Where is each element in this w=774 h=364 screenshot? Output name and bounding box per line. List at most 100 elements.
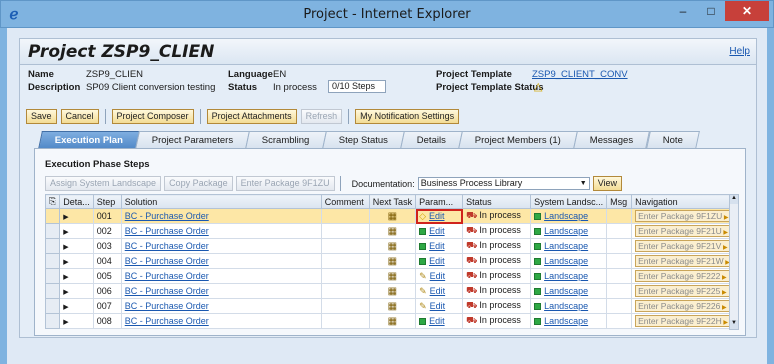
expand-arrow-icon[interactable]: ▶ [63,259,68,266]
project-attachments-button[interactable]: Project Attachments [206,109,297,124]
param-edit-link[interactable]: Edit [429,226,445,236]
next-task-icon[interactable]: ▦ [388,256,397,267]
row-selector[interactable] [44,208,61,224]
tab-project-parameters[interactable]: Project Parameters [135,131,251,149]
next-task-icon[interactable]: ▦ [388,301,397,312]
project-composer-button[interactable]: Project Composer [111,109,194,124]
view-button[interactable]: View [592,176,623,191]
table-row[interactable]: ▶ 003 BC - Purchase Order ▦ Edit ⛟ In process L… [44,238,738,254]
landscape-link[interactable]: Landscape [544,211,588,221]
landscape-link[interactable]: Landscape [544,316,588,326]
enter-package-button[interactable]: Enter Package 9F226 [635,300,730,312]
solution-link[interactable]: BC - Purchase Order [125,286,209,296]
expand-arrow-icon[interactable]: ▶ [63,214,68,221]
next-task-icon[interactable]: ▦ [388,316,397,327]
param-edit-link[interactable]: Edit [430,271,446,281]
param-edit-link[interactable]: Edit [429,256,445,266]
enter-package-button[interactable]: Enter Package 9F21U [635,225,732,237]
next-task-icon[interactable]: ▦ [388,241,397,252]
documentation-select[interactable]: Business Process Library [417,177,590,190]
next-task-icon[interactable]: ▦ [388,226,397,237]
table-row[interactable]: ▶ 007 BC - Purchase Order ▦ ✎ Edit ⛟ In process… [44,298,738,314]
param-edit-link[interactable]: Edit [429,316,445,326]
comment-cell[interactable] [320,313,370,329]
tab-messages[interactable]: Messages [573,131,651,149]
row-selector[interactable] [44,298,61,314]
select-all-icon[interactable]: ⎘ [44,194,61,209]
param-edit-link[interactable]: Edit [429,241,445,251]
assign-system-landscape-button[interactable]: Assign System Landscape [45,176,162,191]
landscape-link[interactable]: Landscape [544,256,588,266]
close-button[interactable]: ✕ [725,1,769,21]
solution-link[interactable]: BC - Purchase Order [125,301,209,311]
table-row[interactable]: ▶ 002 BC - Purchase Order ▦ Edit ⛟ In process L… [44,223,738,239]
row-expand[interactable]: ▶ [59,298,94,314]
landscape-link[interactable]: Landscape [544,301,588,311]
column-header-details[interactable]: Deta... [59,194,94,209]
landscape-link[interactable]: Landscape [544,286,588,296]
column-header-system-landscape[interactable]: System Landsc... [530,194,608,209]
comment-cell[interactable] [320,283,370,299]
solution-link[interactable]: BC - Purchase Order [125,226,209,236]
refresh-button[interactable]: Refresh [300,109,343,124]
column-header-next-task[interactable]: Next Task [368,194,417,209]
comment-cell[interactable] [320,298,370,314]
enter-package-button[interactable]: Enter Package 9F21W [635,255,733,267]
table-row[interactable]: ▶ 004 BC - Purchase Order ▦ Edit ⛟ In process L… [44,253,738,269]
enter-package-button[interactable]: Enter Package 9F225 [635,285,730,297]
enter-package-button[interactable]: Enter Package 9F1ZU [235,176,335,191]
solution-link[interactable]: BC - Purchase Order [125,271,209,281]
row-expand[interactable]: ▶ [59,238,94,254]
column-header-solution[interactable]: Solution [120,194,322,209]
solution-link[interactable]: BC - Purchase Order [125,241,209,251]
cancel-button[interactable]: Cancel [60,109,99,124]
tab-step-status[interactable]: Step Status [322,131,405,149]
landscape-link[interactable]: Landscape [544,241,588,251]
comment-cell[interactable] [320,268,370,284]
solution-link[interactable]: BC - Purchase Order [125,211,209,221]
table-row[interactable]: ▶ 001 BC - Purchase Order ▦ ◇ Edit ⛟ In process… [44,208,738,224]
minimize-button[interactable]: – [669,1,697,21]
next-task-icon[interactable]: ▦ [388,211,397,222]
solution-link[interactable]: BC - Purchase Order [125,256,209,266]
enter-package-button[interactable]: Enter Package 9F22H [635,315,732,327]
enter-package-button[interactable]: Enter Package 9F1ZU [635,210,732,222]
comment-cell[interactable] [320,253,370,269]
tab-execution-plan[interactable]: Execution Plan [38,131,141,149]
project-template-link[interactable]: ZSP9_CLIENT_CONV [532,69,628,80]
tab-details[interactable]: Details [400,131,464,149]
table-row[interactable]: ▶ 006 BC - Purchase Order ▦ ✎ Edit ⛟ In process… [44,283,738,299]
row-expand[interactable]: ▶ [59,313,94,329]
comment-cell[interactable] [320,223,370,239]
tab-note[interactable]: Note [645,131,700,149]
param-edit-link[interactable]: Edit [430,301,446,311]
row-selector[interactable] [44,268,61,284]
column-header-msg[interactable]: Msg [606,194,633,209]
scroll-up-icon[interactable]: ▲ [730,195,738,204]
expand-arrow-icon[interactable]: ▶ [63,244,68,251]
row-selector[interactable] [44,238,61,254]
table-row[interactable]: ▶ 005 BC - Purchase Order ▦ ✎ Edit ⛟ In process… [44,268,738,284]
expand-arrow-icon[interactable]: ▶ [63,304,68,311]
next-task-icon[interactable]: ▦ [388,271,397,282]
column-header-status[interactable]: Status [462,194,532,209]
enter-package-button[interactable]: Enter Package 9F21V [635,240,731,252]
help-link[interactable]: Help [729,46,750,57]
expand-arrow-icon[interactable]: ▶ [63,289,68,296]
param-edit-link[interactable]: Edit [429,211,445,221]
vertical-scrollbar[interactable]: ▲ ▼ [729,194,739,330]
table-row[interactable]: ▶ 008 BC - Purchase Order ▦ Edit ⛟ In process L… [44,313,738,329]
column-header-navigation[interactable]: Navigation [631,194,738,209]
column-header-step[interactable]: Step [92,194,122,209]
row-expand[interactable]: ▶ [59,268,94,284]
maximize-button[interactable]: □ [697,1,725,21]
copy-package-button[interactable]: Copy Package [164,176,233,191]
param-edit-link[interactable]: Edit [430,286,446,296]
scroll-down-icon[interactable]: ▼ [730,320,738,329]
landscape-link[interactable]: Landscape [544,271,588,281]
save-button[interactable]: Save [26,109,57,124]
tab-scrambling[interactable]: Scrambling [245,131,327,149]
row-selector[interactable] [44,313,61,329]
tab-project-members[interactable]: Project Members (1) [458,131,579,149]
row-selector[interactable] [44,253,61,269]
